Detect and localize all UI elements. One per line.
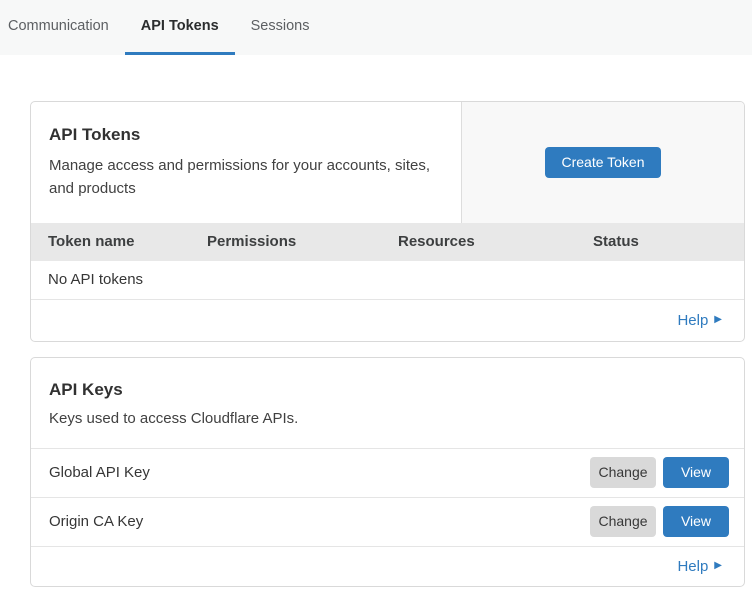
token-table-header: Token name Permissions Resources Status [31, 223, 744, 261]
api-tokens-description: Manage access and permissions for your a… [49, 154, 443, 201]
help-link-label: Help [677, 312, 708, 329]
view-origin-ca-key-button[interactable]: View [663, 506, 729, 537]
api-keys-help-link[interactable]: Help ▶ [677, 558, 722, 575]
api-tokens-help-link[interactable]: Help ▶ [677, 312, 722, 329]
help-link-label: Help [677, 558, 708, 575]
api-tokens-card-footer: Help ▶ [31, 300, 744, 341]
api-tokens-header-text: API Tokens Manage access and permissions… [31, 102, 461, 223]
column-header-resources: Resources [398, 233, 593, 250]
table-row: No API tokens [31, 261, 744, 300]
settings-content: API Tokens Manage access and permissions… [30, 101, 745, 587]
origin-ca-key-label: Origin CA Key [49, 513, 143, 530]
column-header-permissions: Permissions [207, 233, 398, 250]
api-keys-card-footer: Help ▶ [31, 546, 744, 586]
view-global-api-key-button[interactable]: View [663, 457, 729, 488]
api-keys-title: API Keys [49, 380, 726, 400]
api-key-row-origin-ca: Origin CA Key Change View [31, 497, 744, 546]
api-key-row-global: Global API Key Change View [31, 448, 744, 497]
api-keys-card: API Keys Keys used to access Cloudflare … [30, 357, 745, 587]
change-global-api-key-button[interactable]: Change [590, 457, 656, 488]
tab-sessions[interactable]: Sessions [235, 0, 326, 55]
api-tokens-card-header: API Tokens Manage access and permissions… [31, 102, 744, 223]
api-tokens-action-panel: Create Token [461, 102, 744, 223]
global-api-key-label: Global API Key [49, 464, 150, 481]
api-tokens-title: API Tokens [49, 125, 443, 145]
help-arrow-icon: ▶ [714, 561, 722, 571]
global-api-key-actions: Change View [590, 457, 729, 488]
origin-ca-key-actions: Change View [590, 506, 729, 537]
change-origin-ca-key-button[interactable]: Change [590, 506, 656, 537]
empty-tokens-message: No API tokens [48, 271, 143, 288]
column-header-status: Status [593, 233, 727, 250]
tab-bar: Communication API Tokens Sessions [0, 0, 752, 55]
tab-communication[interactable]: Communication [0, 0, 125, 55]
create-token-button[interactable]: Create Token [545, 147, 660, 178]
tab-api-tokens[interactable]: API Tokens [125, 0, 235, 55]
help-arrow-icon: ▶ [714, 315, 722, 325]
column-header-token-name: Token name [48, 233, 207, 250]
api-keys-description: Keys used to access Cloudflare APIs. [49, 410, 726, 427]
api-keys-card-header: API Keys Keys used to access Cloudflare … [31, 358, 744, 448]
api-tokens-card: API Tokens Manage access and permissions… [30, 101, 745, 342]
